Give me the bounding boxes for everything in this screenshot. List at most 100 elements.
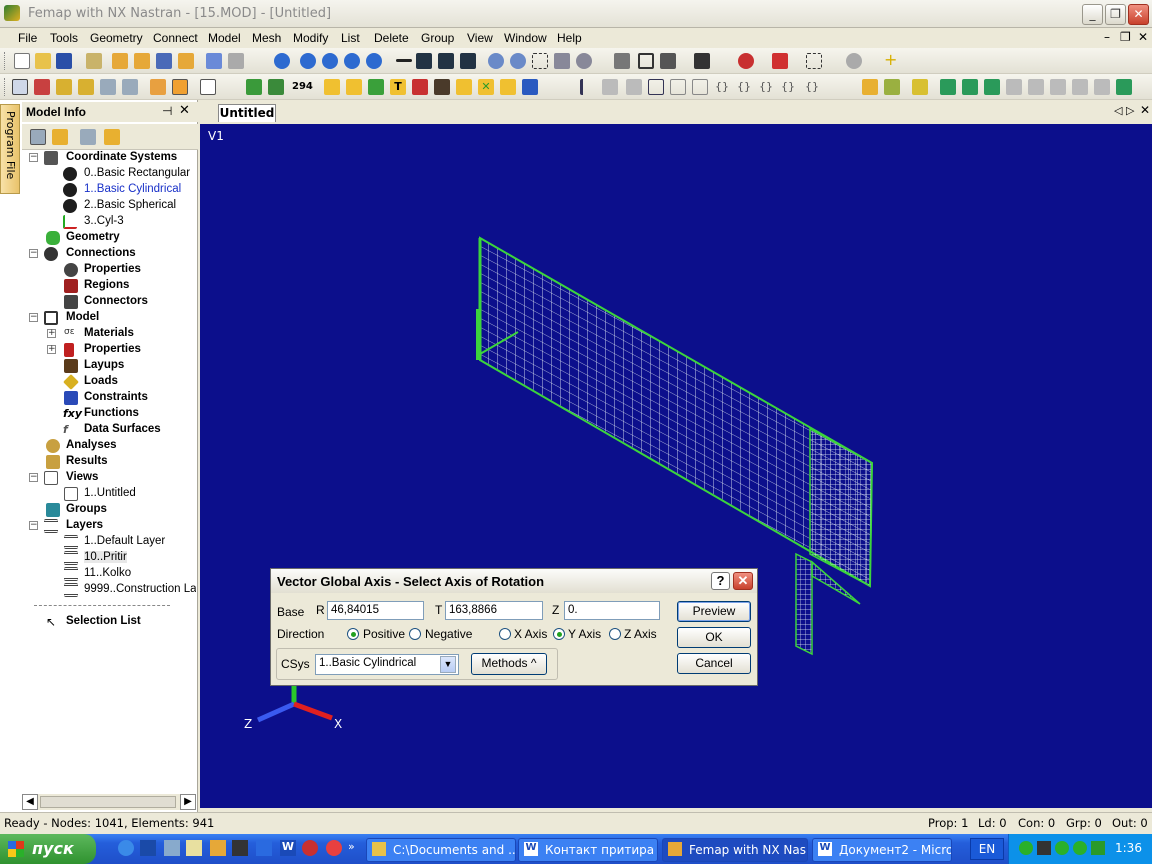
select-entity-icon[interactable] <box>738 53 754 69</box>
tree-coordinate-systems[interactable]: Coordinate Systems <box>66 151 177 163</box>
dialog-help-button[interactable]: ? <box>711 572 730 590</box>
analyze-icon[interactable] <box>156 53 172 69</box>
mesh-size-icon[interactable] <box>602 79 618 95</box>
preview-button[interactable]: Preview <box>677 601 751 622</box>
entity-editor-icon[interactable] <box>100 79 116 95</box>
panel-close-icon[interactable]: ✕ <box>179 103 190 118</box>
tree-layer-pritir[interactable]: 10..Pritir <box>84 551 127 563</box>
menu-list[interactable]: List <box>341 31 360 45</box>
print-icon[interactable] <box>228 53 244 69</box>
import-icon[interactable] <box>112 53 128 69</box>
app2-quick-icon[interactable] <box>256 840 272 856</box>
tree-geometry[interactable]: Geometry <box>66 231 120 243</box>
solid-icon[interactable] <box>412 79 428 95</box>
media-quick-icon[interactable] <box>302 840 318 856</box>
api-icon[interactable] <box>78 79 94 95</box>
regenerate-icon[interactable] <box>274 53 290 69</box>
snap-icon[interactable] <box>846 53 862 69</box>
curve-icon[interactable] <box>346 79 362 95</box>
start-button[interactable]: пуск <box>0 834 96 864</box>
mesh-surface-icon[interactable] <box>268 79 284 95</box>
render-icon[interactable] <box>660 53 676 69</box>
mdi-restore-button[interactable]: ❐ <box>1120 30 1131 44</box>
app-quick-icon[interactable] <box>232 840 248 856</box>
tree-data-surfaces[interactable]: Data Surfaces <box>84 423 161 435</box>
opera-quick-icon[interactable] <box>326 840 342 856</box>
autoscale-icon[interactable] <box>554 53 570 69</box>
extrude-icon[interactable] <box>940 79 956 95</box>
menu-modify[interactable]: Modify <box>293 31 328 45</box>
pin-icon[interactable]: ⊣ <box>162 104 172 118</box>
data-table-icon[interactable] <box>56 79 72 95</box>
calc-icon[interactable] <box>164 840 180 856</box>
word-quick-icon[interactable]: W <box>280 840 296 856</box>
table-icon[interactable] <box>122 79 138 95</box>
braces4-icon[interactable]: {} <box>780 79 796 95</box>
tree-layers[interactable]: Layers <box>66 519 103 531</box>
maximize-button[interactable]: ❐ <box>1105 4 1126 25</box>
x-axis-label[interactable]: X Axis <box>514 627 547 641</box>
csys-select[interactable]: 1..Basic Cylindrical ▼ <box>315 654 459 675</box>
menu-connect[interactable]: Connect <box>153 31 198 45</box>
node-icon[interactable] <box>324 79 340 95</box>
constraint-icon[interactable]: ✕ <box>478 79 494 95</box>
grid3-icon[interactable] <box>692 79 708 95</box>
line-icon[interactable] <box>396 59 412 62</box>
task-word-doc2[interactable]: Документ2 - Micro... <box>812 838 952 862</box>
tab-next-icon[interactable]: ▷ <box>1126 104 1134 117</box>
braces-icon[interactable]: {} <box>714 79 730 95</box>
rotate-right-icon[interactable] <box>322 53 338 69</box>
messages-icon[interactable] <box>34 79 50 95</box>
materials-expand[interactable]: + <box>47 329 56 338</box>
menu-help[interactable]: Help <box>557 31 582 45</box>
pick-box-icon[interactable] <box>806 53 822 69</box>
results-icon[interactable] <box>178 53 194 69</box>
pencil-icon[interactable] <box>862 79 878 95</box>
edit-icon[interactable] <box>884 79 900 95</box>
shape5-icon[interactable] <box>1094 79 1110 95</box>
tree-loads[interactable]: Loads <box>84 375 118 387</box>
tree-selection-list[interactable]: Selection List <box>66 615 141 627</box>
scroll-right-icon[interactable]: ▶ <box>180 794 196 810</box>
scroll-left-icon[interactable]: ◀ <box>22 794 38 810</box>
tab-close-icon[interactable]: ✕ <box>1140 103 1150 117</box>
save-icon[interactable] <box>56 53 72 69</box>
tree-functions[interactable]: Functions <box>84 407 139 419</box>
tree-folder-icon[interactable] <box>52 129 68 145</box>
menu-model[interactable]: Model <box>208 31 241 45</box>
pick-add-icon[interactable] <box>772 53 788 69</box>
tree-results[interactable]: Results <box>66 455 108 467</box>
menu-delete[interactable]: Delete <box>374 31 409 45</box>
open-icon[interactable] <box>35 53 51 69</box>
tree-connectors[interactable]: Connectors <box>84 295 148 307</box>
view-yz-icon[interactable] <box>438 53 454 69</box>
highlighter-icon[interactable] <box>912 79 928 95</box>
menu-geometry[interactable]: Geometry <box>90 31 143 45</box>
tree-connection-properties[interactable]: Properties <box>84 263 141 275</box>
merge-icon[interactable] <box>86 53 102 69</box>
dialog-close-button[interactable]: ✕ <box>733 572 753 590</box>
coordinate-systems-collapse[interactable]: − <box>29 153 38 162</box>
mesh-icon[interactable] <box>246 79 262 95</box>
y-axis-radio[interactable] <box>553 628 565 640</box>
view-zx-icon[interactable] <box>460 53 476 69</box>
menu-view[interactable]: View <box>467 31 493 45</box>
group-icon[interactable] <box>500 79 516 95</box>
close-button[interactable]: ✕ <box>1128 4 1149 25</box>
tree-layups[interactable]: Layups <box>84 359 124 371</box>
toolbar-grip[interactable] <box>4 52 7 70</box>
network-icon[interactable] <box>1037 841 1051 855</box>
entity-info-icon[interactable] <box>200 79 216 95</box>
ie-icon[interactable] <box>118 840 134 856</box>
menu-group[interactable]: Group <box>421 31 454 45</box>
tree-materials[interactable]: Materials <box>84 327 134 339</box>
panel-horizontal-scrollbar[interactable]: ◀ ▶ <box>22 794 196 810</box>
shape4-icon[interactable] <box>1072 79 1088 95</box>
sweep-icon[interactable] <box>984 79 1000 95</box>
z-axis-label[interactable]: Z Axis <box>624 627 657 641</box>
menu-file[interactable]: File <box>18 31 37 45</box>
tree-arrow-icon[interactable] <box>80 129 96 145</box>
braces3-icon[interactable]: {} <box>758 79 774 95</box>
tree-basic-cylindrical[interactable]: 1..Basic Cylindrical <box>84 183 181 195</box>
language-indicator[interactable]: EN <box>970 838 1004 860</box>
